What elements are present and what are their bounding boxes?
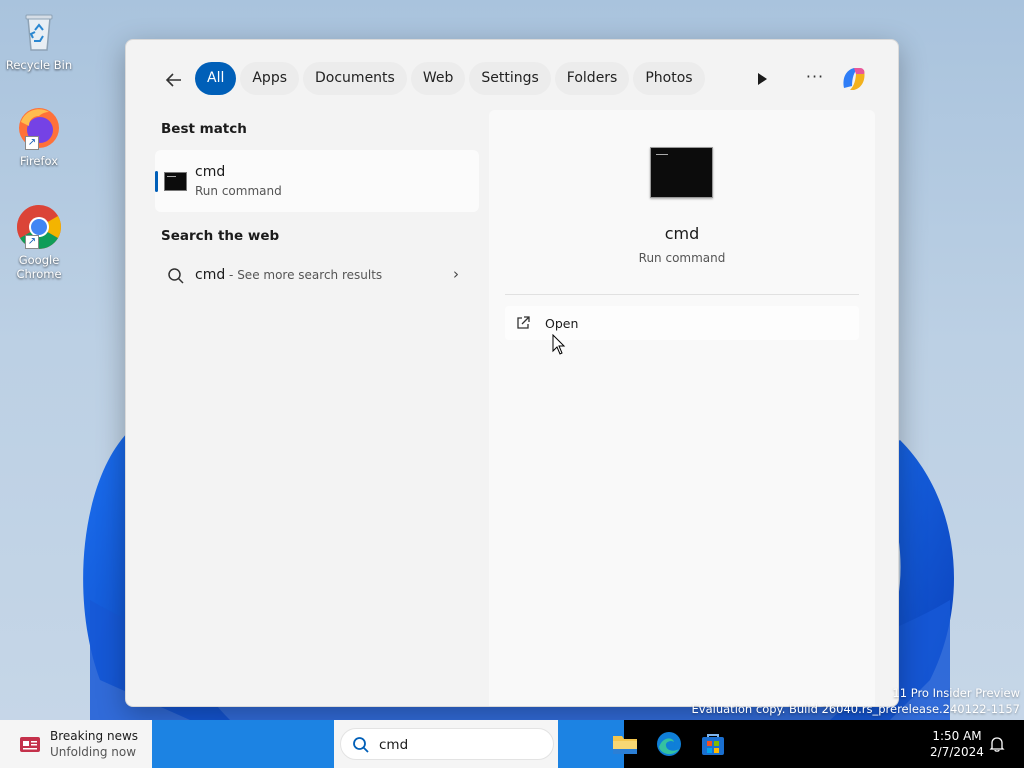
detail-title: cmd: [664, 224, 700, 243]
watermark-line-1: 11 Pro Insider Preview: [892, 686, 1020, 700]
search-icon: [353, 737, 369, 753]
filter-all[interactable]: All: [195, 62, 237, 95]
search-icon: [168, 268, 184, 284]
desktop-icon-label: Recycle Bin: [5, 58, 73, 72]
clock-date: 2/7/2024: [930, 745, 984, 759]
news-icon: [20, 737, 40, 752]
more-options-button[interactable]: ···: [804, 66, 826, 88]
chevron-right-icon: ›: [453, 265, 459, 283]
news-title: Breaking news: [50, 729, 139, 743]
notification-button[interactable]: [988, 735, 1006, 753]
detail-divider: [505, 294, 859, 295]
store-icon: [702, 734, 724, 755]
web-search-result[interactable]: cmd - See more search results ›: [155, 256, 479, 296]
back-button[interactable]: [162, 68, 186, 92]
desktop-icon-firefox[interactable]: ↗ Firefox: [4, 104, 74, 168]
desktop-icon-chrome[interactable]: ↗ Google Chrome: [4, 203, 74, 281]
copilot-button[interactable]: [838, 64, 870, 94]
news-widget[interactable]: Breaking news Unfolding now: [0, 720, 152, 768]
taskbar-app-edge[interactable]: [656, 731, 682, 757]
taskbar-search-input[interactable]: cmd: [340, 728, 554, 760]
detail-subtitle: Run command: [638, 251, 726, 265]
search-panel: All Apps Documents Web Settings Folders …: [125, 39, 899, 707]
filter-photos[interactable]: Photos: [633, 62, 705, 95]
copilot-icon: [843, 68, 865, 90]
recycle-bin-icon: [15, 8, 63, 56]
more-filters-button[interactable]: [752, 68, 772, 90]
taskbar-app-store[interactable]: [700, 731, 726, 757]
filter-folders[interactable]: Folders: [554, 62, 630, 95]
result-name: cmd: [195, 164, 226, 180]
filter-documents[interactable]: Documents: [303, 62, 407, 95]
filter-bar: All Apps Documents Web Settings Folders …: [126, 62, 898, 96]
firefox-icon: ↗: [15, 104, 63, 152]
arrow-left-icon: [165, 73, 181, 87]
chrome-icon: ↗: [15, 203, 63, 251]
file-explorer-icon: [613, 736, 637, 754]
clock-time: 1:50 AM: [932, 729, 982, 743]
filter-chips: All Apps Documents Web Settings Folders …: [195, 62, 705, 95]
edge-icon: [657, 732, 681, 756]
news-subtitle: Unfolding now: [50, 745, 137, 759]
filter-settings[interactable]: Settings: [469, 62, 551, 95]
shortcut-arrow-icon: ↗: [25, 136, 39, 150]
desktop-icon-label: Google Chrome: [16, 253, 62, 281]
shortcut-arrow-icon: ↗: [25, 235, 39, 249]
selection-indicator: [155, 171, 158, 192]
taskbar-app-file-explorer[interactable]: [612, 731, 638, 757]
web-query: cmd: [195, 267, 226, 283]
best-match-result[interactable]: cmd Run command: [155, 150, 479, 212]
system-clock[interactable]: 1:50 AM 2/7/2024: [922, 728, 992, 760]
cmd-large-icon: [650, 147, 713, 198]
taskbar: Breaking news Unfolding now cmd 1:50 AM …: [0, 720, 1024, 768]
filter-web[interactable]: Web: [410, 62, 466, 95]
mouse-cursor-icon: [552, 334, 566, 355]
best-match-heading: Best match: [161, 121, 247, 137]
watermark-line-2: Evaluation copy. Build 26040.rs_prerelea…: [691, 702, 1020, 716]
desktop-icon-recycle-bin[interactable]: Recycle Bin: [4, 8, 74, 72]
taskbar-search: cmd: [334, 720, 558, 768]
result-subtitle: Run command: [195, 184, 282, 198]
search-value: cmd: [379, 737, 409, 753]
play-icon: [758, 73, 767, 85]
results-column: Best match cmd Run command Search the we…: [126, 110, 488, 706]
open-external-icon: [517, 316, 530, 329]
desktop-icon-label: Firefox: [19, 154, 59, 168]
notification-bell-icon: [989, 737, 1005, 752]
filter-apps[interactable]: Apps: [240, 62, 300, 95]
detail-pane: cmd Run command Open: [489, 110, 875, 706]
search-web-heading: Search the web: [161, 228, 280, 244]
open-action-label: Open: [545, 316, 579, 331]
web-query-hint: - See more search results: [225, 268, 383, 282]
cmd-app-icon: [164, 172, 187, 191]
